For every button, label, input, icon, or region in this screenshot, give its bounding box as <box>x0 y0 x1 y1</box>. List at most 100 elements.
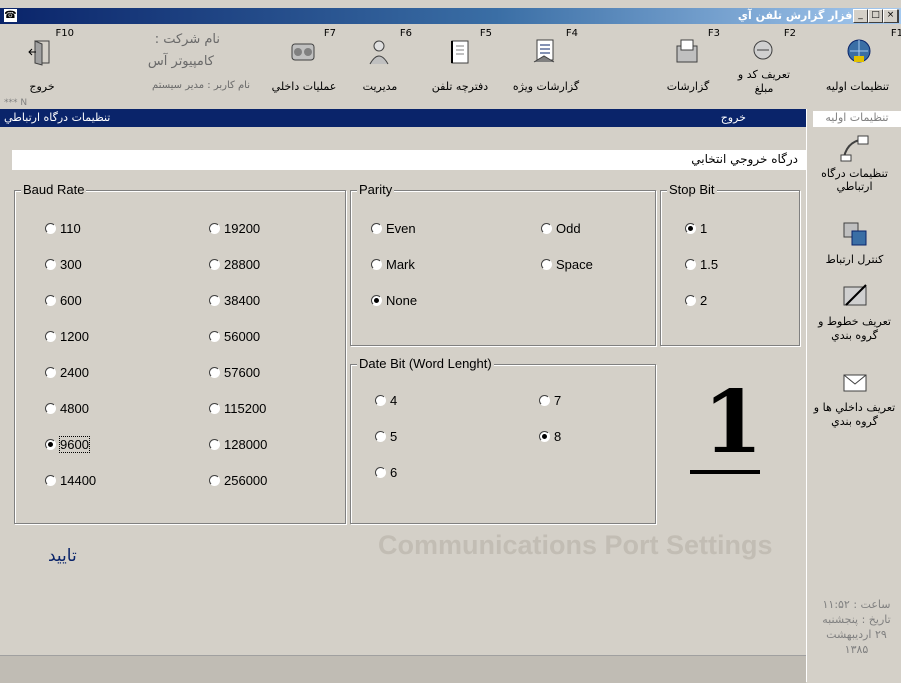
output-port-strip: درگاه خروجي انتخابي <box>12 150 806 170</box>
baud-600-radio[interactable]: 600 <box>45 293 82 308</box>
date-year: ۱۳۸۵ <box>844 643 869 656</box>
lines-define-icon <box>843 284 867 306</box>
app-icon[interactable]: ☎ <box>4 9 17 22</box>
page-heading: Communications Port Settings <box>378 530 773 560</box>
time-display: ساعت : ۱۱:۵۲ <box>822 598 891 611</box>
toolbar-item-label: دفترچه تلفن <box>431 80 489 93</box>
stop-bit-1-radio[interactable]: 1 <box>685 221 707 236</box>
toolbar-item-label: گزارشات ويژه <box>512 80 580 93</box>
toolbar-phonebook-button[interactable]: F5 دفترچه تلفن <box>422 24 498 96</box>
parity-odd-radio[interactable]: Odd <box>541 221 581 236</box>
toolbar-exit-button[interactable]: F10 خروج <box>4 24 80 96</box>
exit-door-icon <box>28 40 50 66</box>
baud-9600-radio[interactable]: 9600 <box>45 436 90 453</box>
exit-link[interactable]: خروج <box>721 111 746 124</box>
sidebar-header[interactable]: تنظيمات اوليه <box>813 111 901 127</box>
toolbar-reports-button[interactable]: F3 گزارشات <box>650 24 726 96</box>
baud-28800-radio[interactable]: 28800 <box>209 257 260 272</box>
port-number-display: 1 <box>703 372 763 473</box>
sidebar-item-label: کنترل ارتباط <box>825 253 884 266</box>
data-bit-8-radio[interactable]: 8 <box>539 429 561 444</box>
stop-bit-2-radio[interactable]: 2 <box>685 293 707 308</box>
parity-even-radio[interactable]: Even <box>371 221 416 236</box>
reports-icon <box>676 39 698 63</box>
baud-56000-radio[interactable]: 56000 <box>209 329 260 344</box>
company-label: نام شرکت : <box>154 32 220 47</box>
sidebar-item-lines-define[interactable]: تعريف خطوط و گروه بندي <box>807 281 901 343</box>
toolbar-item-label: مديريت <box>362 80 398 93</box>
data-bit-4-radio[interactable]: 4 <box>375 393 397 408</box>
sidebar-item-port-settings[interactable]: تنظيمات درگاه ارتباطي <box>807 133 901 193</box>
toolbar-item-label: عمليات داخلي <box>271 80 337 93</box>
data-bit-group: Date Bit (Word Lenght) 4 7 5 8 6 <box>350 356 656 524</box>
baud-115200-radio[interactable]: 115200 <box>209 401 266 416</box>
baud-4800-radio[interactable]: 4800 <box>45 401 89 416</box>
baud-128000-radio[interactable]: 128000 <box>209 437 267 452</box>
baud-rate-group: Baud Rate 110 300 600 1200 2400 4800 960… <box>14 182 346 524</box>
shortcut-key: F1 <box>890 28 901 39</box>
sidebar-item-label: تعريف داخلي ها و گروه بندي <box>813 401 896 428</box>
toolbar-operations-button[interactable]: F7 عمليات داخلي <box>266 24 342 96</box>
stop-bit-1-5-radio[interactable]: 1.5 <box>685 257 718 272</box>
shortcut-key: F3 <box>707 28 720 39</box>
parity-title: Parity <box>357 182 395 197</box>
date-label: تاريخ : پنجشنبه <box>822 613 891 626</box>
toolbar-special-reports-button[interactable]: F4 گزارشات ويژه <box>508 24 584 96</box>
section-title: تنظيمات درگاه ارتباطي <box>4 111 111 124</box>
maximize-button[interactable]: □ <box>868 9 883 23</box>
baud-rate-title: Baud Rate <box>21 182 87 197</box>
baud-110-radio[interactable]: 110 <box>45 221 81 236</box>
data-bit-7-radio[interactable]: 7 <box>539 393 561 408</box>
management-icon <box>369 40 389 65</box>
close-button[interactable]: × <box>883 9 898 23</box>
toolbar-code-amount-button[interactable]: F2 تعريف کد و مبلغ <box>726 24 802 96</box>
company-info: نام شرکت : کامپیوتر آس نام کاربر : مدير … <box>100 24 250 96</box>
stop-bit-group: Stop Bit 1 1.5 2 <box>660 182 800 346</box>
baud-256000-radio[interactable]: 256000 <box>209 473 267 488</box>
extensions-define-icon <box>843 374 866 392</box>
shortcut-key: F4 <box>565 28 578 39</box>
baud-38400-radio[interactable]: 38400 <box>209 293 260 308</box>
user-info: نام کاربر : مدير سيستم <box>152 80 250 91</box>
special-reports-icon <box>533 39 555 63</box>
shortcut-key: F2 <box>783 28 796 39</box>
port-number-underline <box>690 470 760 474</box>
status-indicator: *** N <box>4 98 28 108</box>
code-amount-icon <box>753 40 773 60</box>
company-name: کامپیوتر آس <box>147 54 214 69</box>
parity-group: Parity Even Odd Mark Space None <box>350 182 656 346</box>
toolbar-item-label: خروج <box>29 80 55 93</box>
parity-space-radio[interactable]: Space <box>541 257 593 272</box>
parity-none-radio[interactable]: None <box>371 293 417 308</box>
baud-1200-radio[interactable]: 1200 <box>45 329 89 344</box>
toolbar-initial-settings-button[interactable]: F1 تنظيمات اوليه <box>814 24 901 96</box>
section-header-bar: تنظيمات درگاه ارتباطي خروج <box>0 109 806 127</box>
stop-bit-title: Stop Bit <box>667 182 717 197</box>
right-sidebar: تنظيمات اوليه تنظيمات درگاه ارتباطي کنتر… <box>806 109 901 682</box>
sidebar-item-label: تنظيمات درگاه ارتباطي <box>821 167 888 193</box>
shortcut-key: F5 <box>479 28 492 39</box>
sidebar-item-extensions-define[interactable]: تعريف داخلي ها و گروه بندي <box>807 367 901 429</box>
baud-57600-radio[interactable]: 57600 <box>209 365 260 380</box>
minimize-button[interactable]: _ <box>853 9 868 23</box>
status-bar <box>0 655 806 683</box>
baud-19200-radio[interactable]: 19200 <box>209 221 260 236</box>
baud-2400-radio[interactable]: 2400 <box>45 365 89 380</box>
toolbar-management-button[interactable]: F6 مديريت <box>342 24 418 96</box>
baud-14400-radio[interactable]: 14400 <box>45 473 96 488</box>
shortcut-key: F10 <box>55 28 74 39</box>
shortcut-key: F6 <box>399 28 412 39</box>
main-toolbar: F10 خروج نام شرکت : کامپیوتر آس نام کارب… <box>0 24 901 109</box>
data-bit-5-radio[interactable]: 5 <box>375 429 397 444</box>
title-bar: ☎ نرم افزار گزارش تلفن آي × □ <box>0 8 901 24</box>
sidebar-item-connection-control[interactable]: کنترل ارتباط <box>807 219 901 266</box>
baud-300-radio[interactable]: 300 <box>45 257 82 272</box>
connection-control-icon <box>843 222 866 246</box>
shortcut-key: F7 <box>323 28 336 39</box>
data-bit-6-radio[interactable]: 6 <box>375 465 397 480</box>
confirm-button[interactable]: تاييد <box>48 546 77 566</box>
parity-mark-radio[interactable]: Mark <box>371 257 415 272</box>
data-bit-title: Date Bit (Word Lenght) <box>357 356 494 371</box>
sidebar-item-label: تعريف خطوط و گروه بندي <box>818 315 891 342</box>
operations-icon <box>291 43 315 61</box>
